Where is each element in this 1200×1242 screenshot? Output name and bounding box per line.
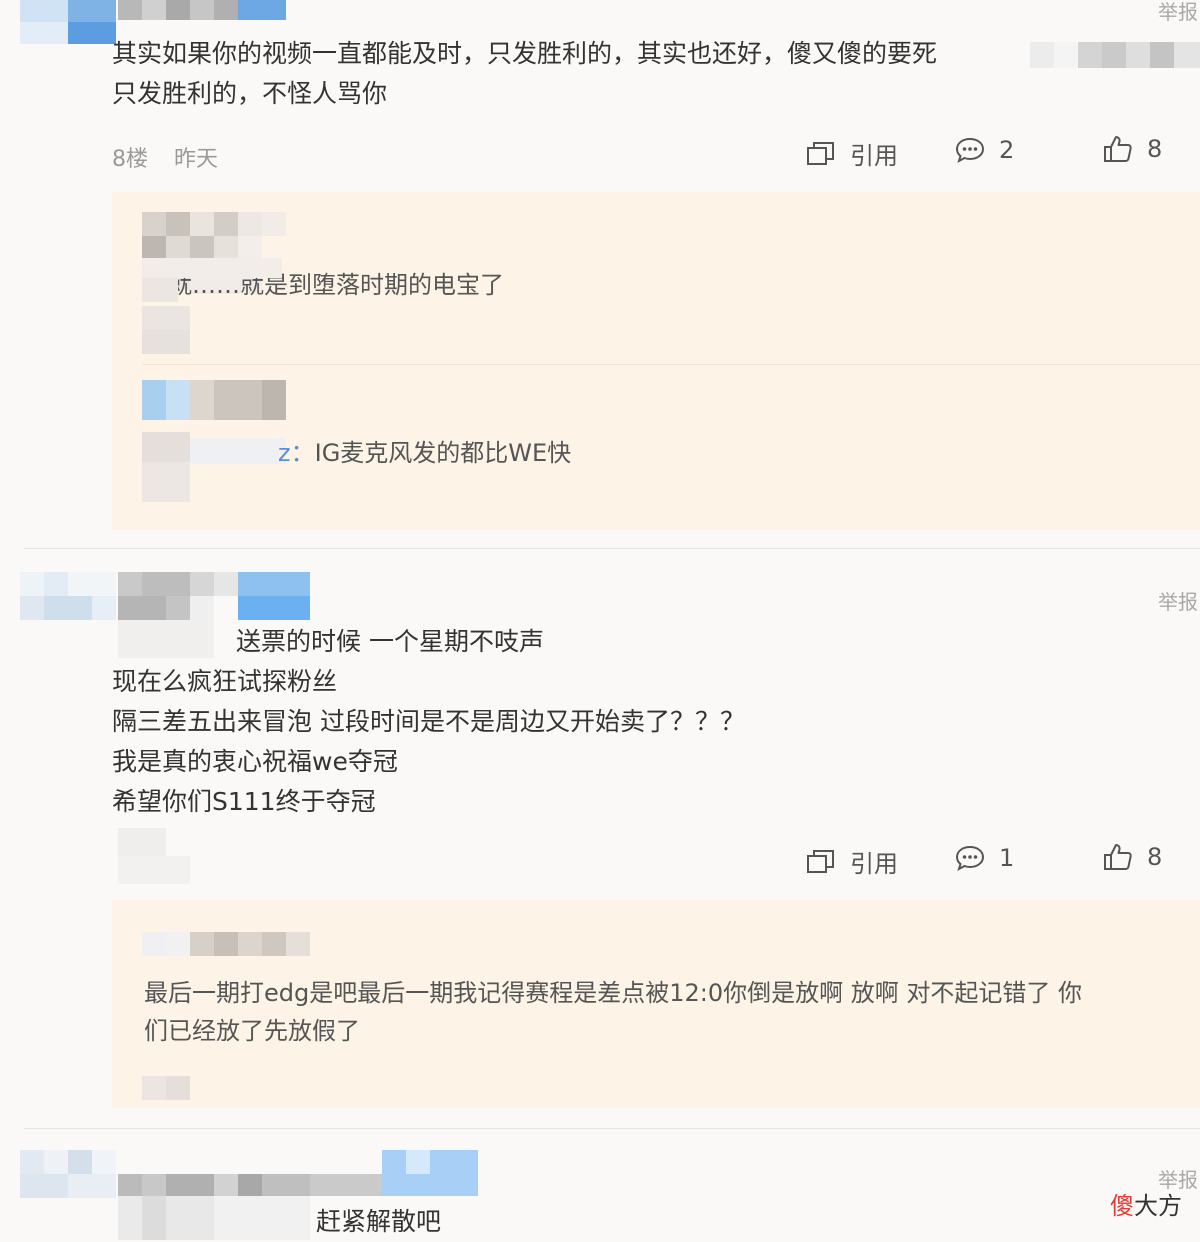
report-link[interactable]: 举报 bbox=[1158, 0, 1198, 25]
comment-text: 赶紧解散吧 bbox=[316, 1207, 442, 1236]
like-button[interactable]: 8 bbox=[1103, 842, 1162, 872]
reply-count: 1 bbox=[999, 844, 1015, 872]
comment-text: 送票的时候 一个星期不吱声 现在么疯狂试探粉丝 隔三差五出来冒泡 过段时间是不是… bbox=[112, 622, 745, 822]
quote-button[interactable]: 引用 bbox=[806, 136, 898, 171]
comment-line: 现在么疯狂试探粉丝 bbox=[112, 667, 338, 696]
thumbs-up-icon bbox=[1103, 842, 1133, 872]
reply-username[interactable]: z： bbox=[278, 439, 315, 467]
reply-line: 最后一期打edg是吧最后一期我记得赛程是差点被12:0你倒是放啊 放啊 对不起记… bbox=[144, 979, 1083, 1007]
comment-line: 其实如果你的视频一直都能及时，只发胜利的，其实也还好，傻又傻的要死 bbox=[112, 39, 938, 68]
reply-text: 最后一期打edg是吧最后一期我记得赛程是差点被12:0你倒是放啊 放啊 对不起记… bbox=[144, 974, 1082, 1050]
username-blurred[interactable] bbox=[118, 0, 288, 22]
quote-label: 引用 bbox=[850, 850, 898, 878]
avatar-blurred[interactable] bbox=[20, 572, 116, 644]
quote-icon bbox=[806, 140, 836, 168]
like-button[interactable]: 8 bbox=[1103, 134, 1162, 164]
reply-line: 们已经放了先放假了 bbox=[144, 1017, 360, 1045]
reply-avatar-blurred[interactable] bbox=[142, 380, 286, 512]
avatar-blurred[interactable] bbox=[20, 1150, 116, 1222]
reply-avatar-blurred[interactable] bbox=[142, 932, 310, 956]
quote-button[interactable]: 引用 bbox=[806, 844, 898, 879]
brand-watermark: 傻大方 bbox=[1110, 1186, 1182, 1221]
quote-icon bbox=[806, 848, 836, 876]
floor-number: 8楼 bbox=[112, 147, 148, 172]
replies-panel: 这就……就是到堕落时期的电宝了 z：IG麦克风发的都比WE快 bbox=[112, 192, 1200, 530]
like-count: 8 bbox=[1147, 843, 1163, 871]
watermark-rest: 大方 bbox=[1134, 1192, 1182, 1220]
reply-button[interactable]: 2 bbox=[955, 136, 1014, 164]
reply-text: z：IG麦克风发的都比WE快 bbox=[278, 434, 571, 472]
blurred-text bbox=[142, 258, 282, 302]
comment-line: 隔三差五出来冒泡 过段时间是不是周边又开始卖了？？？ bbox=[112, 707, 745, 736]
comment-line: 只发胜利的，不怪人骂你 bbox=[112, 79, 388, 108]
blurred-meta bbox=[142, 1076, 190, 1100]
comment-icon bbox=[955, 136, 985, 164]
reply-button[interactable]: 1 bbox=[955, 844, 1014, 872]
comment-line: 希望你们S111终于夺冠 bbox=[112, 787, 376, 816]
comment-divider bbox=[24, 1128, 1200, 1129]
reply-count: 2 bbox=[999, 136, 1015, 164]
blurred-meta bbox=[118, 828, 214, 884]
comment-text: 其实如果你的视频一直都能及时，只发胜利的，其实也还好，傻又傻的要死 只发胜利的，… bbox=[112, 34, 937, 114]
report-link[interactable]: 举报 bbox=[1158, 586, 1198, 615]
comment-icon bbox=[955, 844, 985, 872]
quote-label: 引用 bbox=[850, 142, 898, 170]
comment-divider bbox=[24, 548, 1200, 549]
reply-divider bbox=[142, 364, 1200, 365]
post-time: 昨天 bbox=[174, 147, 219, 172]
reply-body: IG麦克风发的都比WE快 bbox=[314, 439, 572, 467]
watermark-red: 傻 bbox=[1110, 1192, 1134, 1220]
blurred-text bbox=[1030, 42, 1200, 68]
like-count: 8 bbox=[1147, 135, 1163, 163]
replies-panel: 最后一期打edg是吧最后一期我记得赛程是差点被12:0你倒是放啊 放啊 对不起记… bbox=[112, 900, 1200, 1108]
comment-line: 我是真的衷心祝福we夺冠 bbox=[112, 747, 398, 776]
thumbs-up-icon bbox=[1103, 134, 1133, 164]
comment-line: 送票的时候 一个星期不吱声 bbox=[236, 627, 544, 656]
